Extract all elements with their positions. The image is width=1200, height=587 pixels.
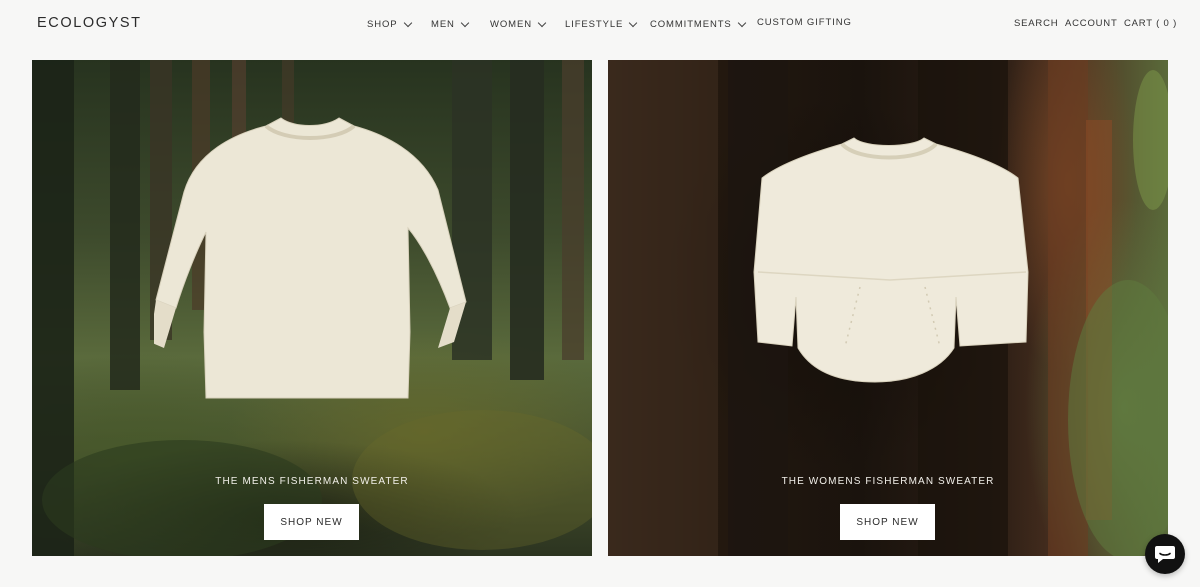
nav-item-custom-gifting[interactable]: CUSTOM GIFTING (757, 17, 852, 28)
chat-bubble-icon (1155, 546, 1175, 563)
chevron-down-icon (460, 18, 470, 27)
chevron-down-icon (403, 18, 412, 27)
account-link[interactable]: ACCOUNT (1065, 18, 1118, 29)
mens-caption: THE MENS FISHERMAN SWEATER (215, 476, 409, 487)
hero-panel-womens[interactable]: THE WOMENS FISHERMAN SWEATER SHOP NEW (608, 60, 1168, 556)
nav-item-label: CUSTOM GIFTING (757, 17, 852, 28)
nav-item-label: WOMEN (490, 19, 532, 30)
nav-item-label: LIFESTYLE (565, 19, 624, 30)
chevron-down-icon (629, 18, 638, 27)
nav-item-women[interactable]: WOMEN (490, 18, 547, 30)
cart-link[interactable]: CART ( 0 ) (1124, 18, 1177, 29)
womens-caption: THE WOMENS FISHERMAN SWEATER (781, 476, 995, 487)
shop-new-womens-button[interactable]: SHOP NEW (840, 504, 935, 540)
site-header: ECOLOGYST SHOP MEN WOMEN LIFESTYLE COMMI… (0, 0, 1200, 48)
womens-sweater-image (753, 137, 1029, 383)
nav-item-label: COMMITMENTS (650, 19, 732, 30)
chevron-down-icon (537, 18, 547, 27)
mens-sweater-image (154, 117, 467, 399)
chevron-down-icon (737, 18, 746, 27)
nav-item-commitments[interactable]: COMMITMENTS (650, 18, 746, 30)
hero-panel-mens[interactable]: THE MENS FISHERMAN SWEATER SHOP NEW (32, 60, 592, 556)
nav-item-label: SHOP (367, 19, 398, 30)
nav-item-men[interactable]: MEN (431, 18, 470, 30)
shop-new-mens-button[interactable]: SHOP NEW (264, 504, 359, 540)
chat-button[interactable] (1145, 534, 1185, 574)
nav-item-lifestyle[interactable]: LIFESTYLE (565, 18, 638, 30)
nav-item-label: MEN (431, 19, 455, 30)
nav-item-shop[interactable]: SHOP (367, 18, 412, 30)
search-link[interactable]: SEARCH (1014, 18, 1058, 29)
